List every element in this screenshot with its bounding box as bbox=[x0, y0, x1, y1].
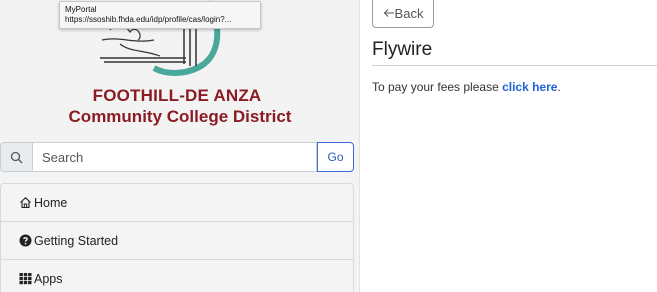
home-icon bbox=[18, 196, 32, 210]
link-tooltip: MyPortal https://ssoshib.fhda.edu/idp/pr… bbox=[59, 1, 261, 29]
go-button[interactable]: Go bbox=[317, 142, 354, 172]
search-icon bbox=[0, 142, 32, 172]
district-name-line2: Community College District bbox=[68, 107, 292, 126]
page-title: Flywire bbox=[372, 39, 433, 60]
search-input[interactable] bbox=[32, 142, 317, 172]
sidebar-item-home[interactable]: Home bbox=[0, 183, 354, 221]
title-divider bbox=[372, 65, 657, 66]
district-name-line1: FOOTHILL-DE ANZA bbox=[92, 86, 262, 105]
sidebar-nav: Home Getting Started Apps bbox=[0, 183, 354, 292]
instructions-text: To pay your fees please bbox=[372, 80, 503, 94]
sidebar-item-apps[interactable]: Apps bbox=[0, 259, 354, 292]
click-here-link[interactable]: click here bbox=[502, 80, 557, 94]
search-bar: Go bbox=[0, 142, 354, 172]
tooltip-url: https://ssoshib.fhda.edu/idp/profile/cas… bbox=[65, 15, 232, 24]
sidebar-item-label: Apps bbox=[34, 271, 63, 286]
sidebar-item-getting-started[interactable]: Getting Started bbox=[0, 221, 354, 259]
sidebar-item-label: Getting Started bbox=[34, 233, 119, 248]
sidebar: FOOTHILL-DE ANZA Community College Distr… bbox=[0, 0, 360, 292]
tooltip-title: MyPortal bbox=[65, 5, 97, 14]
payment-instructions: To pay your fees please click here. bbox=[372, 80, 561, 94]
question-circle-icon bbox=[18, 234, 32, 248]
arrow-left-icon bbox=[383, 6, 395, 21]
back-button[interactable]: Back bbox=[372, 0, 434, 28]
back-label: Back bbox=[394, 6, 424, 21]
sidebar-item-label: Home bbox=[34, 195, 68, 210]
grid-icon bbox=[18, 272, 32, 286]
instructions-suffix: . bbox=[557, 80, 561, 94]
